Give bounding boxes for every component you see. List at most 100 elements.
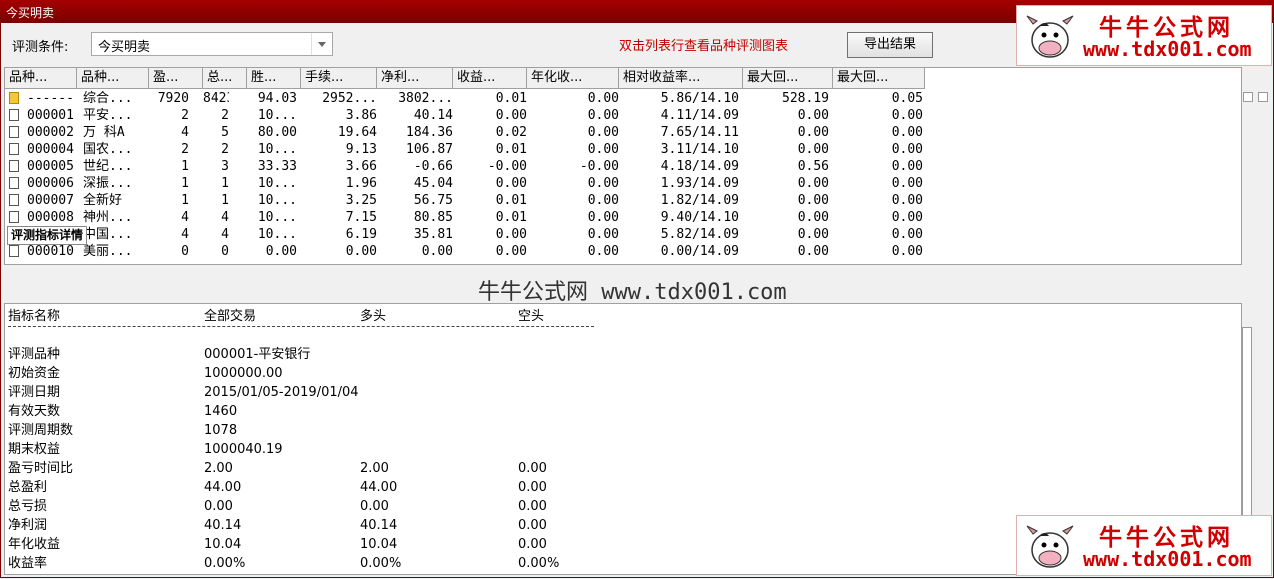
table-cell: 0.00 — [587, 91, 619, 106]
detail-cell: 年化收益 — [8, 537, 61, 552]
double-click-hint: 双击列表行查看品种评测图表 — [619, 39, 789, 54]
detail-row: 有效天数 1460 — [8, 402, 628, 421]
table-cell: 0.02 — [495, 125, 527, 140]
table-cell: 0.01 — [495, 142, 527, 157]
detail-cell: 评测周期数 — [8, 423, 74, 438]
condition-select[interactable]: 今买明卖 — [91, 32, 333, 56]
table-row[interactable]: 000009中国...4410...6.1935.810.000.005.82/… — [5, 226, 1241, 243]
detail-cell: 收益率 — [8, 556, 48, 571]
detail-row: 初始资金 1000000.00 — [8, 364, 628, 383]
column-header[interactable]: 相对收益率... — [619, 68, 743, 89]
table-cell: 0.00 — [587, 142, 619, 157]
table-cell: 7920 — [157, 91, 189, 106]
table-cell: 0.00 — [797, 142, 829, 157]
logo-text-url: www.tdx001.com — [1083, 547, 1252, 571]
table-cell: 0.00 — [891, 210, 923, 225]
table-cell: 2 — [181, 108, 189, 123]
table-cell: -0.00 — [579, 159, 619, 174]
table-cell: 9.13 — [345, 142, 377, 157]
table-row[interactable]: ------ 综合... 7920 8423 94.03 2952... 3802... 0.… — [5, 90, 1241, 107]
column-header[interactable]: 品种... — [5, 68, 77, 89]
detail-row: 总亏损 0.00 0.00 0.00 — [8, 497, 628, 516]
table-cell: 1 — [221, 193, 229, 208]
logo-text-url: www.tdx001.com — [1083, 37, 1252, 61]
table-cell: 0.00 — [797, 244, 829, 259]
column-header[interactable]: 最大回... — [743, 68, 833, 89]
detail-cell: 初始资金 — [8, 366, 61, 381]
table-cell: 7.15 — [345, 210, 377, 225]
table-cell: 0.01 — [495, 210, 527, 225]
detail-row: 评测周期数 1078 — [8, 421, 628, 440]
column-header[interactable]: 品种... — [77, 68, 149, 89]
table-cell: 0.00 — [495, 176, 527, 191]
table-row[interactable]: 000008 神州... 4 4 10... 7.15 80.85 0.01 0.00 9.40/… — [5, 209, 1241, 226]
table-cell: 2 — [181, 142, 189, 157]
table-row[interactable]: 000001 平安... 2 2 10... 3.86 40.14 0.00 0.00 4.11/… — [5, 107, 1241, 124]
table-cell: 平安... — [83, 108, 133, 123]
column-header[interactable]: 收益... — [453, 68, 527, 89]
detail-cell: 0.00% — [518, 556, 560, 571]
table-cell: 4.11/14.09 — [660, 108, 739, 123]
detail-cell: 总盈利 — [8, 480, 48, 495]
table-cell: 000010 — [27, 244, 74, 259]
detail-cell: 0.00 — [204, 499, 233, 514]
table-cell: 10... — [257, 108, 297, 123]
export-results-button[interactable]: 导出结果 — [847, 32, 933, 58]
chevron-down-icon[interactable] — [311, 33, 332, 55]
table-cell: 万 科A — [83, 125, 125, 140]
table-cell: 0.00 — [587, 176, 619, 191]
divider — [8, 326, 594, 327]
column-header[interactable]: 胜... — [247, 68, 301, 89]
table-cell: 5.86/14.10 — [660, 91, 739, 106]
detail-row: 评测品种 000001-平安银行 — [8, 345, 628, 364]
column-header[interactable]: 手续... — [301, 68, 377, 89]
column-header[interactable]: 净利... — [377, 68, 453, 89]
detail-cell: 1000040.19 — [204, 442, 283, 457]
table-cell: 0.00 — [797, 227, 829, 242]
results-table[interactable]: 品种... 品种... 盈... 总... 胜... 手续... 净利... 收… — [4, 67, 1242, 265]
table-cell: ------ — [27, 91, 74, 106]
detail-header-cell: 多头 — [360, 309, 387, 324]
detail-cell: 1000000.00 — [204, 366, 283, 381]
site-watermark: 牛牛公式网 www.tdx001.com — [478, 280, 787, 305]
table-cell: 0.56 — [797, 159, 829, 174]
table-cell: 0.00 — [495, 227, 527, 242]
condition-label: 评测条件: — [12, 40, 69, 55]
table-cell: 4 — [181, 125, 189, 140]
scroll-handle-icon[interactable] — [1243, 92, 1253, 102]
table-cell: 40.14 — [413, 108, 453, 123]
table-cell: 528.19 — [782, 91, 829, 106]
table-row[interactable]: 000006 深振... 1 1 10... 1.96 45.04 0.00 0.00 1.93/… — [5, 175, 1241, 192]
column-header[interactable]: 总... — [203, 68, 247, 89]
table-cell: 0.00 — [495, 244, 527, 259]
detail-cell: 总亏损 — [8, 499, 48, 514]
condition-value: 今买明卖 — [98, 40, 151, 55]
table-row[interactable]: 000007 全新好 1 1 10... 3.25 56.75 0.01 0.00 1.82/14… — [5, 192, 1241, 209]
table-row[interactable]: 000004 国农... 2 2 10... 9.13 106.87 0.01 0.00 3.11… — [5, 141, 1241, 158]
column-header[interactable]: 最大回... — [833, 68, 925, 89]
table-row[interactable]: 000002 万 科A 4 5 80.00 19.64 184.36 0.02 0.00 7.65… — [5, 124, 1241, 141]
table-cell: 0.00/14.09 — [660, 244, 739, 259]
detail-row: 期末权益 1000040.19 — [8, 440, 628, 459]
column-header[interactable]: 年化收... — [527, 68, 619, 89]
table-row[interactable]: 000005 世纪... 1 3 33.33 3.66 -0.66 -0.00 -0.00 4.1… — [5, 158, 1241, 175]
table-cell: 56.75 — [413, 193, 453, 208]
table-cell: 0.00 — [797, 210, 829, 225]
table-cell: 美丽... — [83, 244, 133, 259]
document-icon — [9, 211, 19, 223]
table-cell: 0.00 — [797, 125, 829, 140]
table-cell: 33.33 — [257, 159, 297, 174]
table-cell: 4 — [221, 210, 229, 225]
table-cell: 000008 — [27, 210, 74, 225]
table-cell: 3.86 — [345, 108, 377, 123]
column-header[interactable]: 盈... — [149, 68, 203, 89]
folder-icon — [9, 92, 19, 104]
scroll-handle-icon[interactable] — [1258, 92, 1268, 102]
table-cell: 9.40/14.10 — [660, 210, 739, 225]
table-cell: 0.00 — [891, 193, 923, 208]
table-cell: 0.01 — [495, 193, 527, 208]
table-row[interactable]: 000010 美丽... 0 0 0.00 0.00 0.00 0.00 0.00 0.00/14… — [5, 243, 1241, 260]
table-cell: 4 — [181, 210, 189, 225]
table-cell: 0.00 — [265, 244, 297, 259]
table-cell: 0.05 — [891, 91, 923, 106]
